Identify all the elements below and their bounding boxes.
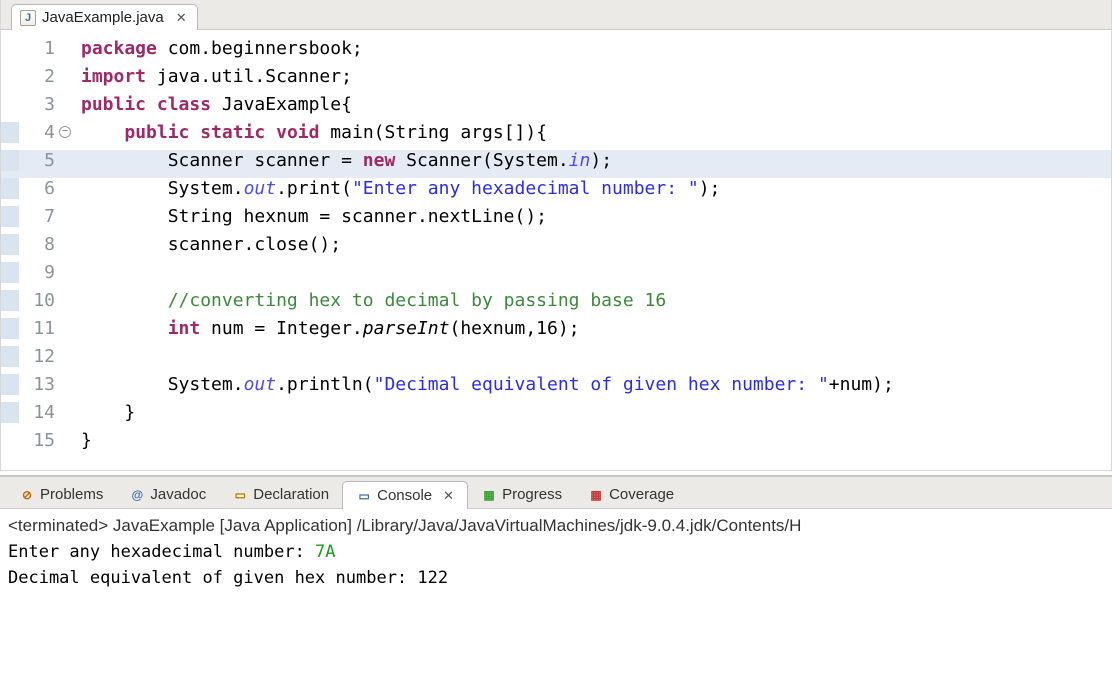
view-tab-javadoc[interactable]: @ Javadoc	[116, 481, 219, 508]
change-marker	[1, 318, 19, 339]
code-line[interactable]: 2import java.util.Scanner;	[1, 66, 1111, 94]
code-text[interactable]: String hexnum = scanner.nextLine();	[65, 206, 547, 227]
view-tab-console[interactable]: ▭ Console ✕	[342, 481, 468, 509]
code-line[interactable]: 8 scanner.close();	[1, 234, 1111, 262]
editor-area: J JavaExample.java ✕ 1package com.beginn…	[0, 0, 1112, 471]
console-status-line: <terminated> JavaExample [Java Applicati…	[8, 513, 1104, 539]
console-icon: ▭	[356, 488, 372, 504]
javadoc-icon: @	[129, 487, 145, 503]
view-tab-declaration[interactable]: ▭ Declaration	[219, 481, 342, 508]
coverage-icon: ▦	[588, 487, 604, 503]
problems-icon: ⊘	[19, 487, 35, 503]
change-marker	[1, 262, 19, 283]
code-text[interactable]: package com.beginnersbook;	[65, 38, 363, 59]
view-tab-bar: ⊘ Problems @ Javadoc ▭ Declaration ▭ Console ✕ ▦ P…	[0, 477, 1112, 509]
code-line[interactable]: 1package com.beginnersbook;	[1, 38, 1111, 66]
code-line[interactable]: 13 System.out.println("Decimal equivalen…	[1, 374, 1111, 402]
change-marker	[1, 206, 19, 227]
line-number: 7	[1, 206, 65, 227]
close-icon[interactable]: ✕	[443, 488, 454, 504]
line-number: 8	[1, 234, 65, 255]
progress-icon: ▦	[481, 487, 497, 503]
java-file-icon: J	[20, 10, 36, 26]
code-line[interactable]: 9	[1, 262, 1111, 290]
change-marker	[1, 346, 19, 367]
change-marker	[1, 374, 19, 395]
code-text[interactable]: //converting hex to decimal by passing b…	[65, 290, 666, 311]
code-line[interactable]: 4− public static void main(String args[]…	[1, 122, 1111, 150]
file-tab-javaexample[interactable]: J JavaExample.java ✕	[11, 4, 198, 30]
code-line[interactable]: 5 Scanner scanner = new Scanner(System.i…	[1, 150, 1111, 178]
line-number: 1	[1, 38, 65, 59]
view-tab-label: Problems	[40, 486, 103, 503]
view-tab-label: Declaration	[253, 486, 329, 503]
change-marker	[1, 122, 19, 143]
change-marker	[1, 234, 19, 255]
change-marker	[1, 402, 19, 423]
code-text[interactable]: scanner.close();	[65, 234, 341, 255]
line-number: 6	[1, 178, 65, 199]
view-tab-label: Console	[377, 487, 432, 504]
change-marker	[1, 150, 19, 171]
line-number: 4−	[1, 122, 65, 143]
line-number: 9	[1, 262, 65, 283]
view-tab-problems[interactable]: ⊘ Problems	[6, 481, 116, 508]
code-line[interactable]: 10 //converting hex to decimal by passin…	[1, 290, 1111, 318]
code-line[interactable]: 11 int num = Integer.parseInt(hexnum,16)…	[1, 318, 1111, 346]
code-line[interactable]: 6 System.out.print("Enter any hexadecima…	[1, 178, 1111, 206]
line-number: 12	[1, 346, 65, 367]
line-number: 14	[1, 402, 65, 423]
console-prompt-text: Enter any hexadecimal number:	[8, 542, 315, 562]
change-marker	[1, 178, 19, 199]
line-number: 5	[1, 150, 65, 171]
line-number: 15	[1, 430, 65, 451]
code-text[interactable]: }	[65, 402, 135, 423]
code-line[interactable]: 12	[1, 346, 1111, 374]
declaration-icon: ▭	[232, 487, 248, 503]
code-line[interactable]: 3public class JavaExample{	[1, 94, 1111, 122]
line-number: 13	[1, 374, 65, 395]
code-text[interactable]: public class JavaExample{	[65, 94, 352, 115]
code-text[interactable]: public static void main(String args[]){	[65, 122, 547, 143]
close-icon[interactable]: ✕	[176, 10, 187, 26]
code-line[interactable]: 15}	[1, 430, 1111, 458]
editor-tab-bar: J JavaExample.java ✕	[1, 0, 1111, 30]
code-text[interactable]: System.out.print("Enter any hexadecimal …	[65, 178, 720, 199]
line-number: 2	[1, 66, 65, 87]
console-content: <terminated> JavaExample [Java Applicati…	[0, 509, 1112, 609]
line-number: 11	[1, 318, 65, 339]
code-text[interactable]: Scanner scanner = new Scanner(System.in)…	[65, 150, 612, 171]
code-text[interactable]: System.out.println("Decimal equivalent o…	[65, 374, 894, 395]
bottom-panel: ⊘ Problems @ Javadoc ▭ Declaration ▭ Console ✕ ▦ P…	[0, 475, 1112, 609]
code-line[interactable]: 7 String hexnum = scanner.nextLine();	[1, 206, 1111, 234]
code-editor[interactable]: 1package com.beginnersbook;2import java.…	[1, 30, 1111, 470]
view-tab-label: Javadoc	[150, 486, 206, 503]
line-number: 3	[1, 94, 65, 115]
console-output-line-2: Decimal equivalent of given hex number: …	[8, 565, 1104, 591]
change-marker	[1, 290, 19, 311]
view-tab-coverage[interactable]: ▦ Coverage	[575, 481, 687, 508]
code-text[interactable]: import java.util.Scanner;	[65, 66, 352, 87]
console-output-line-1: Enter any hexadecimal number: 7A	[8, 539, 1104, 565]
code-line[interactable]: 14 }	[1, 402, 1111, 430]
fold-toggle-icon[interactable]: −	[59, 126, 71, 138]
console-user-input: 7A	[315, 542, 335, 562]
code-text[interactable]: int num = Integer.parseInt(hexnum,16);	[65, 318, 580, 339]
view-tab-label: Coverage	[609, 486, 674, 503]
code-text[interactable]: }	[65, 430, 92, 451]
file-tab-label: JavaExample.java	[42, 9, 164, 26]
view-tab-label: Progress	[502, 486, 562, 503]
view-tab-progress[interactable]: ▦ Progress	[468, 481, 575, 508]
line-number: 10	[1, 290, 65, 311]
